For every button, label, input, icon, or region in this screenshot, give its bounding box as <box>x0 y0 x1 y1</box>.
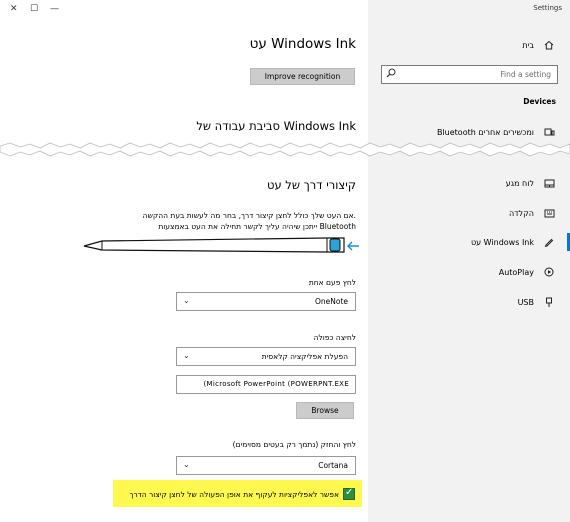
bluetooth-devices-icon <box>542 127 556 137</box>
chevron-down-icon: ⌄ <box>183 296 190 305</box>
app-path-field[interactable]: (Microsoft PowerPoint (POWERPNT.EXE <box>176 375 356 394</box>
press-hold-dropdown[interactable]: Cortana ⌄ <box>176 456 356 475</box>
single-click-label: לחץ פעם אחת <box>308 278 356 287</box>
sidebar-item-label: בית <box>522 40 534 50</box>
double-click-dropdown[interactable]: הפעלת אפליקציה קלאסית ⌄ <box>176 347 356 366</box>
app-path-value: (Microsoft PowerPoint (POWERPNT.EXE <box>203 380 349 388</box>
page-title: עט Windows Ink <box>249 36 356 52</box>
usb-icon <box>542 297 556 308</box>
search-input[interactable]: Find a setting <box>381 65 558 84</box>
workspace-title: סביבת עבודה של Windows Ink <box>196 119 356 133</box>
chevron-down-icon: ⌄ <box>183 351 190 360</box>
sidebar-item-label: עט Windows Ink <box>470 237 534 247</box>
sidebar-item-home[interactable]: בית <box>368 34 570 56</box>
browse-button[interactable]: Browse <box>296 402 354 419</box>
sidebar-item-label: AutoPlay <box>498 267 534 277</box>
sidebar-item-touchpad[interactable]: לוח מגע <box>368 172 570 194</box>
sidebar-item-label: USB <box>517 297 534 307</box>
pen-illustration-icon <box>83 237 359 253</box>
shortcut-title: קיצורי דרך של עט <box>266 178 356 192</box>
sidebar-item-typing[interactable]: הקלדה <box>368 202 570 224</box>
app-title: Settings <box>533 4 562 12</box>
single-click-dropdown[interactable]: OneNote ⌄ <box>176 292 356 311</box>
torn-edge-separator <box>0 142 570 157</box>
sidebar-item-autoplay[interactable]: AutoPlay <box>368 261 570 283</box>
section-devices: Devices <box>523 97 556 106</box>
sidebar-item-usb[interactable]: USB <box>368 291 570 313</box>
double-click-label: לחיצה כפולה <box>313 333 356 342</box>
chevron-down-icon: ⌄ <box>183 460 190 469</box>
close-icon[interactable]: ✕ <box>10 4 18 14</box>
improve-recognition-button[interactable]: Improve recognition <box>250 68 355 85</box>
pen-icon <box>542 237 556 247</box>
sidebar-item-label: לוח מגע <box>505 178 534 188</box>
keyboard-icon <box>542 209 556 218</box>
shortcut-description-2: ייתכן שיהיה עליך לקשר תחילה את העט באמצע… <box>158 222 356 231</box>
main-content: ✕ ☐ — עט Windows Ink Improve recognition… <box>0 0 368 522</box>
touchpad-icon <box>542 179 556 188</box>
search-placeholder: Find a setting <box>500 70 551 79</box>
sidebar-item-label: Bluetooth ומכשירים אחרים <box>436 127 534 137</box>
press-hold-label: לחץ והחזק (נתמך רק בעטים מסוימים) <box>232 440 356 449</box>
home-icon <box>542 40 556 50</box>
dropdown-value: OneNote <box>314 297 348 306</box>
sidebar: Settings בית Find a setting Devices Blue… <box>368 0 570 522</box>
allow-override-label: אפשר לאפליקציות לעקוף את אופן הפעולה של … <box>129 490 339 499</box>
search-icon[interactable] <box>386 68 396 81</box>
dropdown-value: הפעלת אפליקציה קלאסית <box>261 352 348 361</box>
allow-override-checkbox[interactable]: ✓ <box>343 487 355 500</box>
minimize-icon[interactable]: — <box>50 4 59 14</box>
checkmark-icon: ✓ <box>345 487 354 498</box>
dropdown-value: Cortana <box>318 461 348 470</box>
settings-window: Settings בית Find a setting Devices Blue… <box>0 0 570 522</box>
shortcut-description-1: אם העט שלך כולל לחצן קיצור דרך, בחר מה ל… <box>142 211 356 220</box>
maximize-icon[interactable]: ☐ <box>30 4 38 14</box>
autoplay-icon <box>542 267 556 277</box>
sidebar-item-label: הקלדה <box>508 208 534 218</box>
sidebar-item-pen[interactable]: עט Windows Ink <box>368 231 570 253</box>
